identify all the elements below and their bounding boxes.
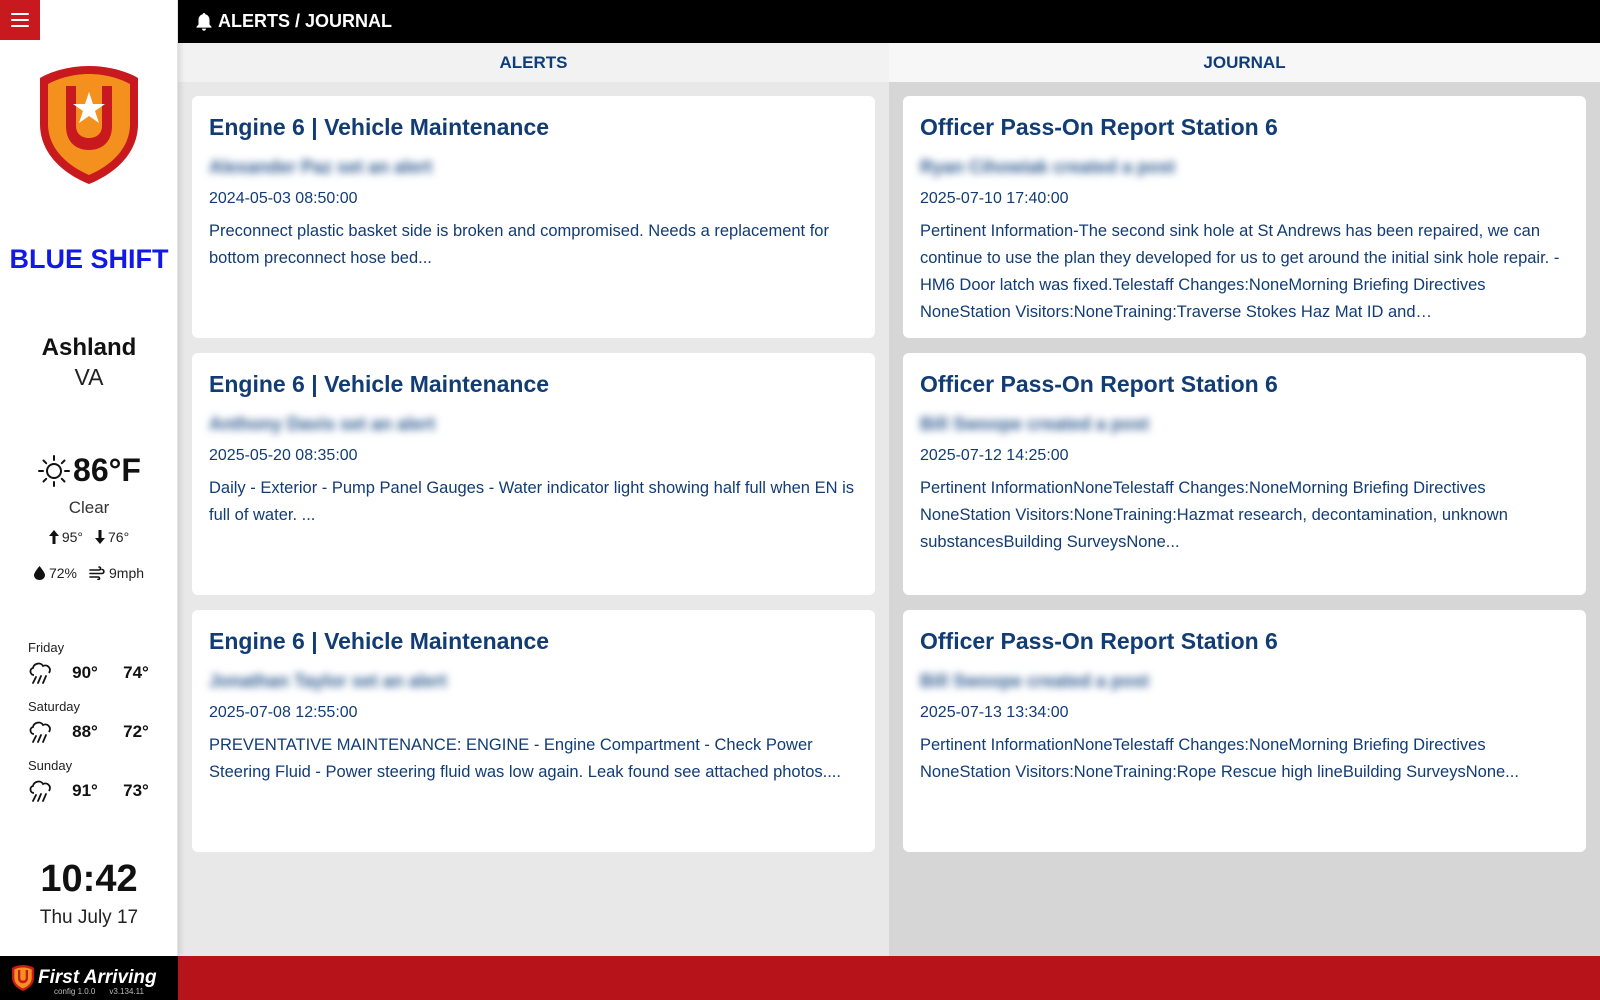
brand-logo: First Arriving config 1.0.0 v3.134.11	[0, 956, 178, 1000]
journal-body: Pertinent InformationNoneTelestaff Chang…	[920, 736, 1519, 781]
shift-label: BLUE SHIFT	[9, 244, 169, 274]
alert-body: Preconnect plastic basket side is broken…	[209, 222, 829, 267]
journal-timestamp: 2025-07-13 13:34:00	[920, 704, 1069, 721]
shield-logo-icon	[40, 66, 138, 184]
journal-card[interactable]: Officer Pass-On Report Station 6 Bill Sw…	[903, 610, 1586, 852]
alert-timestamp: 2025-07-08 12:55:00	[209, 704, 358, 721]
droplet-icon	[33, 566, 45, 580]
alert-title: Engine 6 | Vehicle Maintenance	[209, 628, 550, 654]
forecast-day-name: Friday	[28, 640, 65, 655]
current-weather: 86°F	[0, 452, 178, 489]
alert-card[interactable]: Engine 6 | Vehicle Maintenance Alexander…	[192, 96, 875, 338]
high-temp: 95°	[61, 529, 83, 545]
rain-icon	[29, 662, 51, 684]
rain-icon	[29, 721, 51, 743]
humidity-wind: 72% 9mph	[0, 565, 178, 581]
journal-title: Officer Pass-On Report Station 6	[920, 114, 1278, 140]
city-name: Ashland	[41, 334, 137, 361]
forecast-high: 90°	[72, 663, 98, 682]
page-title: ALERTS / JOURNAL	[218, 11, 393, 31]
journal-column: JOURNAL Officer Pass-On Report Station 6…	[889, 43, 1600, 956]
current-temp: 86°F	[73, 452, 141, 488]
sidebar: BLUE SHIFT Ashland VA 86°F Clear 95° 76°	[0, 0, 178, 956]
sun-icon	[38, 454, 71, 487]
journal-card[interactable]: Officer Pass-On Report Station 6 Bill Sw…	[903, 353, 1586, 595]
arrow-up-icon	[48, 530, 59, 544]
forecast-high: 91°	[72, 781, 98, 800]
forecast-day: Saturday 88° 72°	[28, 699, 168, 758]
journal-timestamp: 2025-07-10 17:40:00	[920, 190, 1069, 207]
clock-time: 10:42	[40, 858, 138, 900]
alerts-column: ALERTS Engine 6 | Vehicle Maintenance Al…	[178, 43, 889, 956]
forecast-low: 73°	[123, 781, 149, 800]
journal-author: Bill Swoope created a post	[920, 414, 1150, 434]
forecast-day: Sunday 91° 73°	[28, 758, 168, 817]
app-version: v3.134.11	[109, 987, 144, 996]
journal-title: Officer Pass-On Report Station 6	[920, 628, 1278, 654]
arrow-down-icon	[95, 530, 105, 544]
high-low: 95° 76°	[0, 529, 178, 545]
menu-icon[interactable]	[0, 0, 40, 40]
alert-title: Engine 6 | Vehicle Maintenance	[209, 371, 550, 397]
forecast-day-name: Sunday	[28, 758, 73, 773]
journal-body: Pertinent InformationNoneTelestaff Chang…	[920, 479, 1508, 551]
journal-title: Officer Pass-On Report Station 6	[920, 371, 1278, 397]
forecast-high: 88°	[72, 722, 98, 741]
clock-date: Thu July 17	[39, 907, 139, 928]
journal-card[interactable]: Officer Pass-On Report Station 6 Ryan Ci…	[903, 96, 1586, 338]
shield-small-icon	[12, 965, 34, 991]
alert-timestamp: 2024-05-03 08:50:00	[209, 190, 358, 207]
weather-condition: Clear	[68, 498, 110, 517]
alert-card[interactable]: Engine 6 | Vehicle Maintenance Anthony D…	[192, 353, 875, 595]
alert-author: Alexander Paz set an alert	[209, 157, 433, 177]
alert-timestamp: 2025-05-20 08:35:00	[209, 447, 358, 464]
config-version: config 1.0.0	[54, 987, 96, 996]
journal-body: Pertinent Information-The second sink ho…	[920, 222, 1560, 321]
journal-timestamp: 2025-07-12 14:25:00	[920, 447, 1069, 464]
bell-icon	[196, 12, 212, 31]
alerts-heading: ALERTS	[178, 43, 889, 82]
wind-speed: 9mph	[109, 565, 145, 581]
alert-card[interactable]: Engine 6 | Vehicle Maintenance Jonathan …	[192, 610, 875, 852]
alert-body: Daily - Exterior - Pump Panel Gauges - W…	[209, 479, 854, 524]
footer-bar: First Arriving config 1.0.0 v3.134.11	[0, 956, 1600, 1000]
state-name: VA	[74, 364, 104, 390]
alert-author: Jonathan Taylor set an alert	[209, 671, 447, 691]
version-info: config 1.0.0 v3.134.11	[54, 987, 144, 996]
forecast-day: Friday 90° 74°	[28, 640, 168, 699]
alert-title: Engine 6 | Vehicle Maintenance	[209, 114, 550, 140]
journal-author: Bill Swoope created a post	[920, 671, 1150, 691]
journal-heading: JOURNAL	[889, 43, 1600, 82]
alert-body: PREVENTATIVE MAINTENANCE: ENGINE - Engin…	[209, 736, 841, 781]
rain-icon	[29, 780, 51, 802]
top-header: ALERTS / JOURNAL	[178, 0, 1600, 43]
forecast-day-name: Saturday	[28, 699, 81, 714]
brand-name: First Arriving	[38, 967, 157, 988]
forecast-low: 72°	[123, 722, 149, 741]
journal-author: Ryan Cihowiak created a post	[920, 157, 1176, 177]
alert-author: Anthony Davis set an alert	[209, 414, 436, 434]
humidity: 72%	[48, 565, 77, 581]
forecast-list: Friday 90° 74° Saturday 88° 72° Sunday 9…	[28, 640, 168, 817]
wind-icon	[89, 566, 105, 580]
forecast-low: 74°	[123, 663, 149, 682]
low-temp: 76°	[108, 529, 130, 545]
